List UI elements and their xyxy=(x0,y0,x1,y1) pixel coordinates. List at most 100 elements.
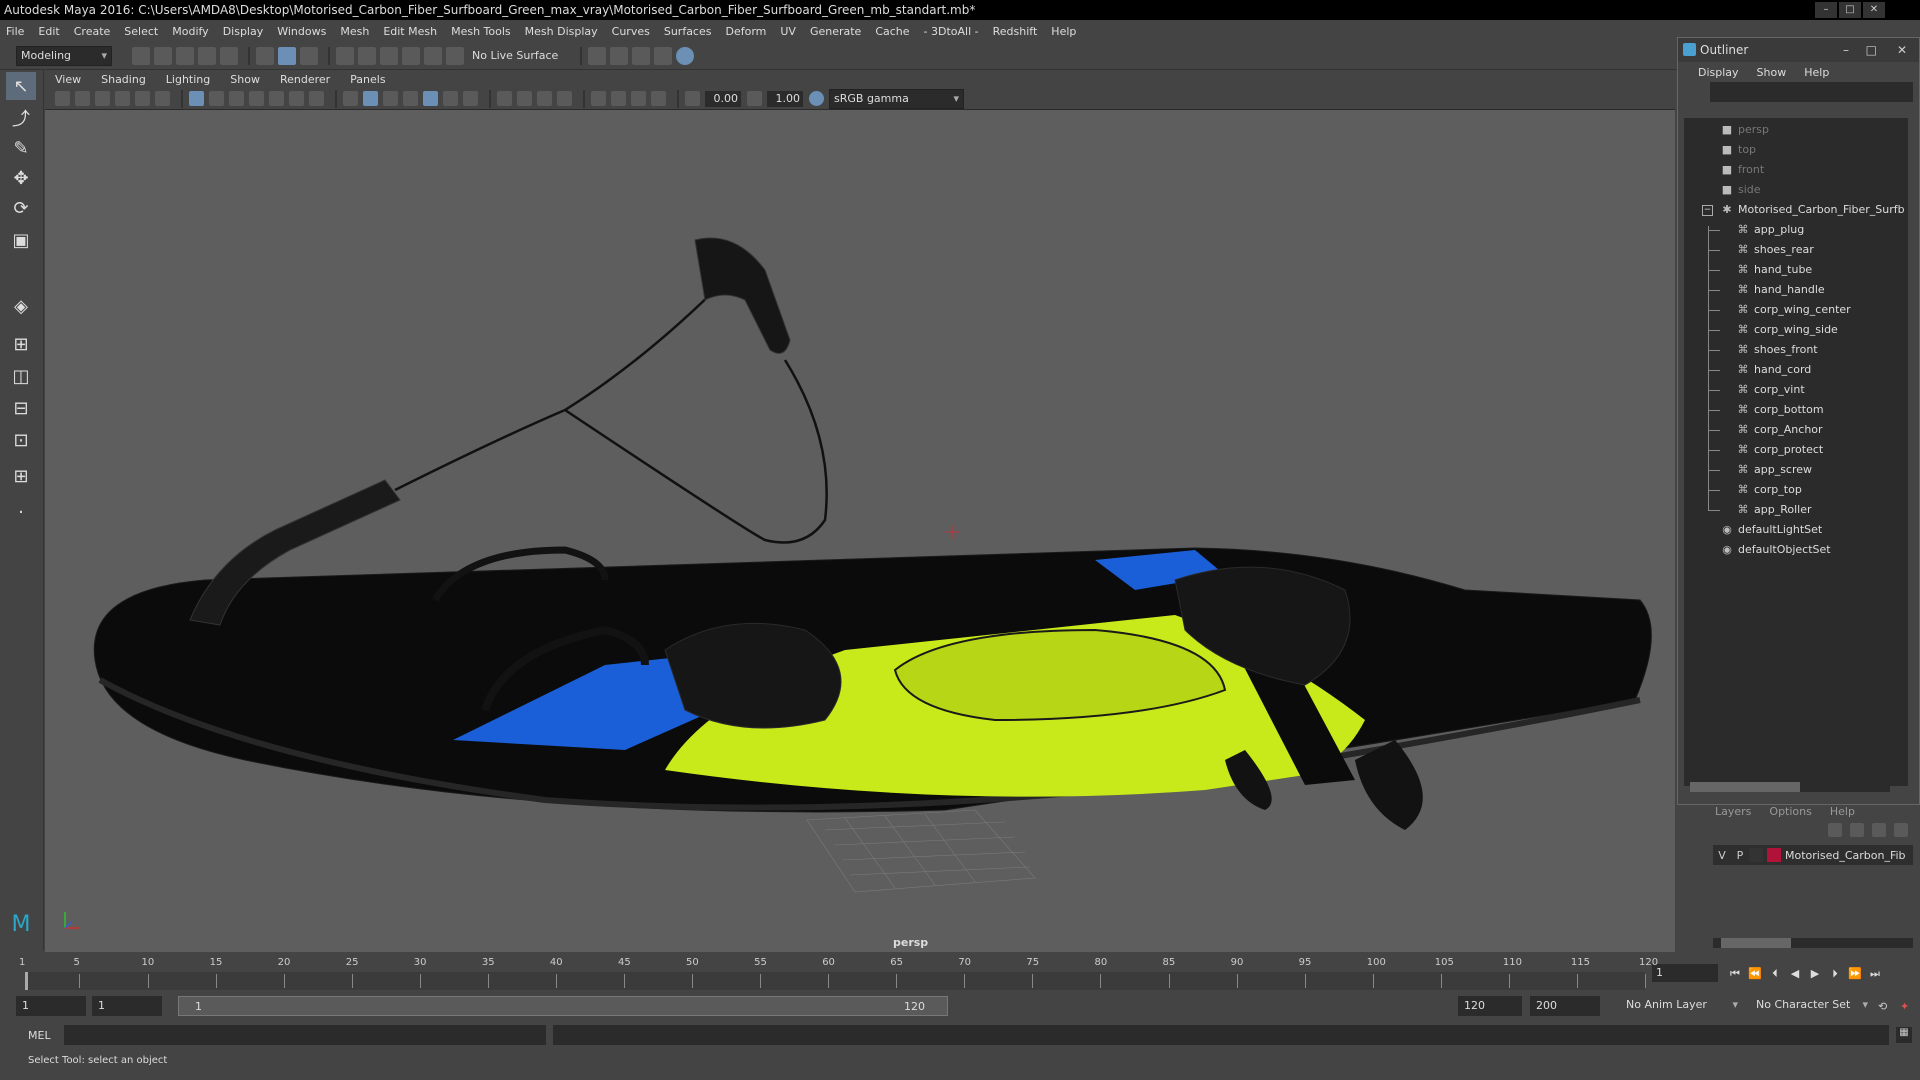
step-forward-frame-icon[interactable]: ⏵ xyxy=(1825,964,1845,984)
xray-components-icon[interactable] xyxy=(651,91,666,106)
four-view-icon[interactable]: ⊞ xyxy=(6,330,36,358)
minimize-icon[interactable]: – xyxy=(1815,2,1837,18)
menu-file[interactable]: File xyxy=(6,25,24,38)
menu-deform[interactable]: Deform xyxy=(725,25,766,38)
menu-cache[interactable]: Cache xyxy=(875,25,909,38)
outliner-item-shoes_front[interactable]: ⌘ shoes_front xyxy=(1736,340,1818,360)
menu-windows[interactable]: Windows xyxy=(277,25,326,38)
outliner-search-input[interactable] xyxy=(1710,82,1913,102)
shadows-icon[interactable] xyxy=(463,91,478,106)
outliner-item-corp_bottom[interactable]: ⌘ corp_bottom xyxy=(1736,400,1824,420)
safe-title-icon[interactable] xyxy=(309,91,324,106)
outliner-camera-front[interactable]: ■ front xyxy=(1720,160,1764,180)
start-time-field[interactable]: 1 xyxy=(16,996,86,1016)
hypershade-icon[interactable] xyxy=(676,46,695,65)
field-chart-icon[interactable] xyxy=(269,91,284,106)
2d-pan-icon[interactable] xyxy=(135,91,150,106)
resolution-gate-icon[interactable] xyxy=(229,91,244,106)
menu-uv[interactable]: UV xyxy=(780,25,796,38)
scale-tool-icon[interactable]: ▣ xyxy=(6,226,36,254)
range-handle[interactable]: 1 120 xyxy=(178,996,948,1016)
current-frame-field[interactable]: 1 xyxy=(1652,964,1718,982)
menu-select[interactable]: Select xyxy=(124,25,158,38)
layer-visibility-toggle[interactable]: V xyxy=(1713,849,1731,862)
undo-icon[interactable] xyxy=(198,46,216,65)
layer-color-swatch[interactable] xyxy=(1767,848,1781,862)
xray-joints-icon[interactable] xyxy=(631,91,646,106)
bookmark-icon[interactable] xyxy=(95,91,110,106)
play-forward-icon[interactable]: ▶ xyxy=(1805,964,1825,984)
maximize-icon[interactable]: □ xyxy=(1866,43,1877,57)
end-time-field[interactable]: 200 xyxy=(1530,996,1600,1016)
outliner-item-app_plug[interactable]: ⌘ app_plug xyxy=(1736,220,1805,240)
playback-start-field[interactable]: 1 xyxy=(92,996,162,1016)
wireframe-on-shaded-icon[interactable] xyxy=(403,91,418,106)
gate-mask-icon[interactable] xyxy=(249,91,264,106)
default-material-icon[interactable] xyxy=(383,91,398,106)
move-tool-icon[interactable]: ✥ xyxy=(6,164,36,192)
command-language-label[interactable]: MEL xyxy=(28,1029,51,1042)
camera-attrs-icon[interactable] xyxy=(75,91,90,106)
rotate-tool-icon[interactable]: ⟳ xyxy=(6,194,36,222)
preferences-icon[interactable]: ✦ xyxy=(1900,1000,1909,1013)
anti-alias-icon[interactable] xyxy=(537,91,552,106)
camera-select-icon[interactable] xyxy=(55,91,70,106)
outliner-camera-persp[interactable]: ■ persp xyxy=(1720,120,1769,140)
close-icon[interactable]: ✕ xyxy=(1863,2,1885,18)
select-hierarchy-icon[interactable] xyxy=(256,46,274,65)
render-view-icon[interactable] xyxy=(588,46,607,65)
side-by-side-icon[interactable]: ◫ xyxy=(6,362,36,390)
snap-surface-icon[interactable] xyxy=(424,46,442,65)
lasso-tool-icon[interactable]: ⤴ xyxy=(6,104,36,132)
image-plane-icon[interactable] xyxy=(115,91,130,106)
menu-create[interactable]: Create xyxy=(74,25,111,38)
menu-display[interactable]: Display xyxy=(223,25,264,38)
film-gate-icon[interactable] xyxy=(209,91,224,106)
menu-help[interactable]: Help xyxy=(1051,25,1076,38)
play-backward-icon[interactable]: ◀ xyxy=(1785,964,1805,984)
layer-scrollbar-h[interactable] xyxy=(1713,938,1913,948)
current-time-marker[interactable] xyxy=(25,972,28,990)
safe-action-icon[interactable] xyxy=(289,91,304,106)
command-input[interactable] xyxy=(64,1025,546,1045)
layer-menu-layers[interactable]: Layers xyxy=(1715,805,1751,818)
character-set-dropdown[interactable]: No Character Set xyxy=(1752,996,1872,1016)
layer-menu-options[interactable]: Options xyxy=(1769,805,1811,818)
snap-curve-icon[interactable] xyxy=(358,46,376,65)
step-back-frame-icon[interactable]: ⏴ xyxy=(1765,964,1785,984)
outliner-tree[interactable]: ■ persp ■ top ■ front ■ side − ✱ Motorised_Carbon_… xyxy=(1684,118,1908,786)
use-lights-icon[interactable] xyxy=(443,91,458,106)
move-layer-up-icon[interactable] xyxy=(1828,823,1842,837)
surfboard-model[interactable] xyxy=(45,110,1675,952)
layout-icon[interactable]: ⊞ xyxy=(6,462,36,490)
layer-menu-help[interactable]: Help xyxy=(1830,805,1855,818)
panel-menu-renderer[interactable]: Renderer xyxy=(280,73,330,86)
layer-type-toggle[interactable] xyxy=(1749,848,1763,862)
snap-grid-icon[interactable] xyxy=(336,46,354,65)
menu-redshift[interactable]: Redshift xyxy=(993,25,1038,38)
layer-row[interactable]: V P Motorised_Carbon_Fib xyxy=(1713,845,1913,865)
outliner-item-hand_tube[interactable]: ⌘ hand_tube xyxy=(1736,260,1813,280)
outliner-root-group[interactable]: ✱ Motorised_Carbon_Fiber_Surfb xyxy=(1720,200,1904,220)
outliner-camera-side[interactable]: ■ side xyxy=(1720,180,1761,200)
playback-end-field[interactable]: 120 xyxy=(1458,996,1522,1016)
outliner-item-hand_cord[interactable]: ⌘ hand_cord xyxy=(1736,360,1812,380)
select-component-icon[interactable] xyxy=(300,46,318,65)
ambient-occlusion-icon[interactable] xyxy=(497,91,512,106)
panel-menu-shading[interactable]: Shading xyxy=(101,73,146,86)
scrollbar-thumb[interactable] xyxy=(1721,938,1791,948)
color-management-icon[interactable] xyxy=(809,91,824,106)
outliner-item-corp_top[interactable]: ⌘ corp_top xyxy=(1736,480,1802,500)
minimize-icon[interactable]: – xyxy=(1843,43,1849,57)
live-surface-label[interactable]: No Live Surface xyxy=(472,49,558,62)
grease-pencil-icon[interactable] xyxy=(155,91,170,106)
new-scene-icon[interactable] xyxy=(132,46,150,65)
step-back-key-icon[interactable]: ⏪ xyxy=(1745,964,1765,984)
time-slider[interactable]: 1 ⏮ ⏪ ⏴ ◀ ▶ ⏵ ⏩ ⏭ 1 5 10 15 20 25 30 35 40 45 50 55… xyxy=(0,952,1920,992)
outliner-item-corp_protect[interactable]: ⌘ corp_protect xyxy=(1736,440,1824,460)
layer-playback-toggle[interactable]: P xyxy=(1731,849,1749,862)
scrollbar-thumb[interactable] xyxy=(1690,782,1800,792)
gamma-field[interactable]: 1.00 xyxy=(767,90,803,107)
script-editor-icon[interactable]: ▦ xyxy=(1896,1027,1912,1043)
exposure-icon[interactable] xyxy=(685,91,700,106)
